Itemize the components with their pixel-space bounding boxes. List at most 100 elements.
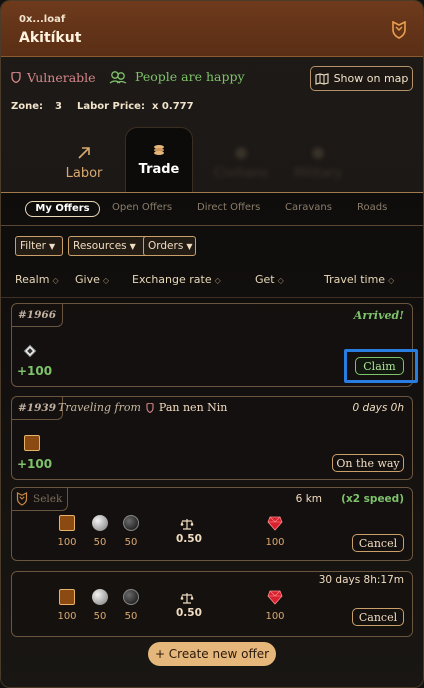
- zone-value: 3: [55, 101, 62, 112]
- wood-crate-resource-icon: [59, 515, 75, 531]
- give-amount: 50: [124, 611, 138, 622]
- travel-time: 0 days 0h: [352, 402, 404, 414]
- blurred-icon: ●: [234, 143, 248, 161]
- order-card: Selek 6 km (x2 speed) 100 50 50 0.50 100…: [11, 487, 413, 561]
- realm-panel: 0x...loaf Akitíkut Vulnerable People are…: [0, 0, 424, 688]
- speed-bonus: (x2 speed): [341, 493, 404, 505]
- labor-price-label: Labor Price:: [77, 101, 145, 112]
- tab-military-label: Military: [293, 166, 343, 181]
- offer-status: Arrived!: [353, 309, 404, 322]
- sort-icon: ◇: [388, 276, 395, 285]
- zone-label: Zone:: [11, 101, 44, 112]
- show-on-map-button[interactable]: Show on map: [310, 66, 413, 91]
- caret-down-icon: ▼: [49, 241, 56, 251]
- offer-id-label: #1939: [18, 402, 57, 414]
- column-exchange-rate[interactable]: Exchange rate ◇: [132, 273, 221, 286]
- filter-dropdown[interactable]: Filter ▼: [15, 236, 63, 256]
- sort-icon: ◇: [214, 276, 221, 285]
- claim-button[interactable]: Claim: [355, 357, 404, 375]
- wood-crate-resource-icon: [59, 589, 75, 605]
- tab-civilians-label: Civilians: [213, 166, 269, 181]
- traveling-label: Traveling from: [58, 401, 141, 414]
- order-shield-icon: [392, 21, 406, 39]
- column-realm-label: Realm: [15, 273, 50, 286]
- map-icon: [315, 72, 329, 85]
- sort-icon: ◇: [102, 276, 110, 285]
- tab-trade[interactable]: Trade: [125, 127, 193, 193]
- shield-icon: [11, 72, 21, 83]
- realm-tag[interactable]: Selek: [12, 488, 68, 511]
- on-the-way-button[interactable]: On the way: [332, 454, 404, 472]
- realm-shield-icon: [146, 402, 154, 413]
- give-amount: 50: [93, 537, 107, 548]
- caret-down-icon: ▼: [129, 241, 136, 251]
- tab-military[interactable]: ● Military: [283, 127, 353, 193]
- column-travel-time-label: Travel time: [324, 273, 386, 286]
- offer-id: #1939: [12, 397, 64, 420]
- origin-realm[interactable]: Pan nen Nin: [159, 401, 227, 414]
- sort-icon: ◇: [52, 276, 59, 285]
- vulnerable-label: Vulnerable: [27, 70, 96, 85]
- exchange-rate: 0.50: [176, 607, 202, 619]
- offer-card: #1966 Arrived! +100 Claim: [11, 303, 418, 387]
- ruby-resource-icon: [267, 516, 283, 531]
- labor-price-value: x 0.777: [152, 101, 194, 112]
- tab-civilians[interactable]: ● Civilians: [206, 127, 276, 193]
- happy-people-icon: [109, 70, 127, 84]
- silver-resource-icon: [92, 589, 108, 605]
- subtab-direct-offers[interactable]: Direct Offers: [197, 202, 260, 213]
- arrow-up-right-icon: [78, 147, 90, 159]
- realm-header: 0x...loaf Akitíkut: [1, 1, 423, 57]
- get-amount: 100: [265, 611, 285, 622]
- cancel-button[interactable]: Cancel: [352, 608, 404, 626]
- distance: 6 km: [295, 493, 322, 505]
- happiness-status: People are happy: [109, 69, 245, 84]
- header-divider: [1, 297, 423, 298]
- order-shield-icon: [16, 492, 28, 506]
- show-on-map-label: Show on map: [333, 72, 409, 85]
- orders-dropdown[interactable]: Orders ▼: [143, 236, 196, 256]
- main-tabs: Labor Trade ● Civilians ● Military: [1, 127, 423, 193]
- column-travel-time[interactable]: Travel time ◇: [324, 273, 394, 286]
- realm-name: Akitíkut: [19, 30, 82, 46]
- cancel-button[interactable]: Cancel: [352, 534, 404, 552]
- scales-icon: [180, 593, 194, 604]
- order-card: 30 days 8h:17m 100 50 50 0.50 100 Cancel: [11, 571, 413, 637]
- get-amount: 100: [265, 537, 285, 548]
- resources-label: Resources: [73, 240, 127, 252]
- order-time: 30 days 8h:17m: [318, 574, 404, 586]
- give-amount: 100: [57, 611, 77, 622]
- blurred-icon: ●: [311, 143, 325, 161]
- offer-card: #1939 Traveling from Pan nen Nin 0 days …: [11, 396, 413, 480]
- trade-content: My Offers Open Offers Direct Offers Cara…: [1, 193, 423, 687]
- exchange-rate: 0.50: [176, 533, 202, 545]
- caret-down-icon: ▼: [186, 241, 193, 251]
- column-realm[interactable]: Realm ◇: [15, 273, 59, 286]
- wood-crate-resource-icon: [24, 435, 40, 451]
- subtab-caravans[interactable]: Caravans: [285, 202, 332, 213]
- tab-trade-label: Trade: [138, 162, 180, 177]
- create-offer-button[interactable]: + Create new offer: [148, 642, 276, 666]
- offer-amount: +100: [17, 364, 53, 378]
- column-get[interactable]: Get ◇: [255, 273, 284, 286]
- offer-id: #1966: [12, 304, 64, 327]
- column-get-label: Get: [255, 273, 275, 286]
- traveling-info: Traveling from Pan nen Nin: [58, 401, 227, 414]
- realm-owner: 0x...loaf: [19, 14, 66, 25]
- offer-amount: +100: [17, 457, 53, 471]
- give-amount: 50: [124, 537, 138, 548]
- column-give-label: Give: [75, 273, 100, 286]
- diamond-resource-icon: [23, 344, 37, 358]
- coins-icon: [154, 145, 164, 155]
- happiness-label: People are happy: [135, 69, 245, 84]
- column-give[interactable]: Give ◇: [75, 273, 109, 286]
- subtab-roads[interactable]: Roads: [357, 202, 387, 213]
- status-row: Vulnerable People are happy Show on map: [1, 63, 423, 93]
- subtab-my-offers[interactable]: My Offers: [25, 201, 100, 217]
- give-amount: 100: [57, 537, 77, 548]
- coal-resource-icon: [123, 515, 139, 531]
- subtab-open-offers[interactable]: Open Offers: [112, 202, 172, 213]
- tab-labor[interactable]: Labor: [49, 127, 119, 193]
- realm-name-label: Selek: [33, 493, 63, 505]
- resources-dropdown[interactable]: Resources ▼: [68, 236, 152, 256]
